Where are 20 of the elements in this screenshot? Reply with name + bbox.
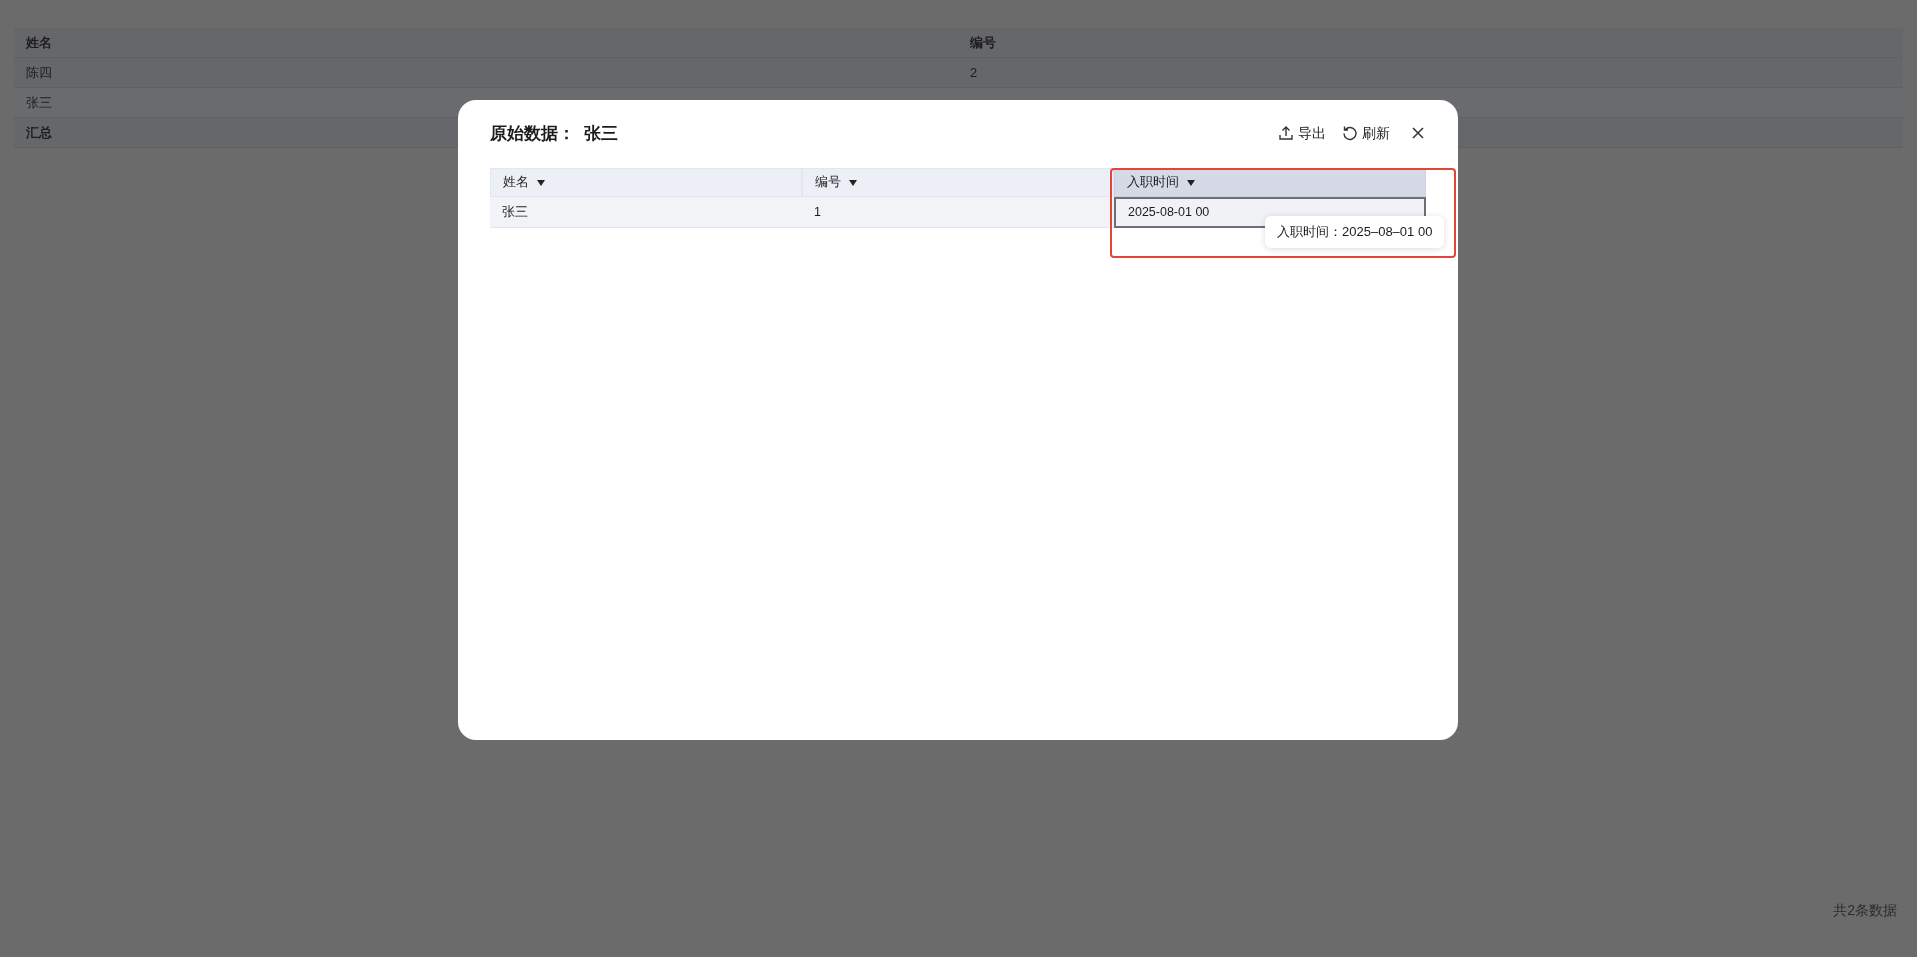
refresh-icon: [1342, 125, 1358, 141]
refresh-button[interactable]: 刷新: [1342, 122, 1390, 144]
sort-caret-icon[interactable]: [537, 179, 545, 186]
sort-caret-icon[interactable]: [1187, 179, 1195, 186]
column-header[interactable]: 入职时间: [1114, 168, 1426, 197]
sort-caret-icon[interactable]: [849, 179, 857, 186]
total-count: 共2条数据: [1833, 901, 1897, 920]
dialog-title: 原始数据： 张三: [490, 124, 619, 142]
column-header[interactable]: 姓名: [490, 168, 802, 197]
table-cell: 2: [958, 58, 1903, 88]
column-header: 姓名: [14, 28, 958, 58]
export-button[interactable]: 导出: [1278, 122, 1326, 144]
tooltip: 入职时间：2025–08–01 00: [1265, 216, 1445, 248]
table-cell[interactable]: 张三: [490, 197, 802, 228]
upload-icon: [1278, 125, 1294, 141]
close-button[interactable]: [1410, 125, 1426, 141]
table-cell[interactable]: 1: [802, 197, 1114, 228]
column-header[interactable]: 编号: [802, 168, 1114, 197]
table-cell: 陈四: [14, 58, 958, 88]
column-header: 编号: [958, 28, 1903, 58]
